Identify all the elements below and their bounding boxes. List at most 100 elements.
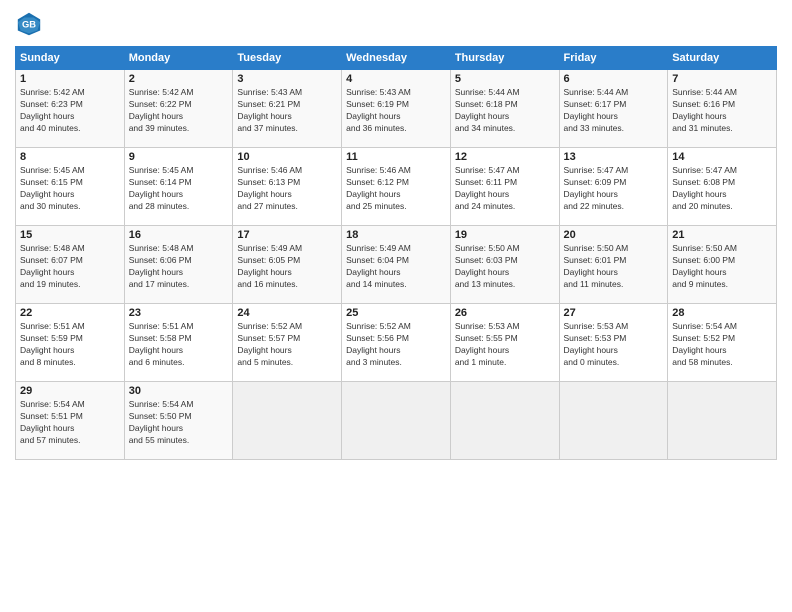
table-row: 7 Sunrise: 5:44 AM Sunset: 6:16 PM Dayli… [668, 70, 777, 148]
day-number: 28 [672, 307, 772, 319]
day-info: Sunrise: 5:50 AM Sunset: 6:00 PM Dayligh… [672, 243, 772, 291]
day-number: 17 [237, 229, 337, 241]
table-row: 27 Sunrise: 5:53 AM Sunset: 5:53 PM Dayl… [559, 304, 668, 382]
table-row: 15 Sunrise: 5:48 AM Sunset: 6:07 PM Dayl… [16, 226, 125, 304]
day-info: Sunrise: 5:53 AM Sunset: 5:53 PM Dayligh… [564, 321, 664, 369]
day-info: Sunrise: 5:53 AM Sunset: 5:55 PM Dayligh… [455, 321, 555, 369]
day-info: Sunrise: 5:52 AM Sunset: 5:57 PM Dayligh… [237, 321, 337, 369]
table-row: 26 Sunrise: 5:53 AM Sunset: 5:55 PM Dayl… [450, 304, 559, 382]
col-header-tuesday: Tuesday [233, 47, 342, 70]
day-info: Sunrise: 5:42 AM Sunset: 6:23 PM Dayligh… [20, 87, 120, 135]
table-row: 20 Sunrise: 5:50 AM Sunset: 6:01 PM Dayl… [559, 226, 668, 304]
day-number: 6 [564, 73, 664, 85]
day-info: Sunrise: 5:47 AM Sunset: 6:08 PM Dayligh… [672, 165, 772, 213]
day-number: 7 [672, 73, 772, 85]
day-info: Sunrise: 5:43 AM Sunset: 6:19 PM Dayligh… [346, 87, 446, 135]
table-row [559, 382, 668, 460]
day-info: Sunrise: 5:45 AM Sunset: 6:15 PM Dayligh… [20, 165, 120, 213]
day-info: Sunrise: 5:46 AM Sunset: 6:13 PM Dayligh… [237, 165, 337, 213]
day-number: 20 [564, 229, 664, 241]
day-number: 4 [346, 73, 446, 85]
col-header-thursday: Thursday [450, 47, 559, 70]
table-row: 30 Sunrise: 5:54 AM Sunset: 5:50 PM Dayl… [124, 382, 233, 460]
table-row: 3 Sunrise: 5:43 AM Sunset: 6:21 PM Dayli… [233, 70, 342, 148]
day-number: 25 [346, 307, 446, 319]
day-number: 18 [346, 229, 446, 241]
table-row: 14 Sunrise: 5:47 AM Sunset: 6:08 PM Dayl… [668, 148, 777, 226]
day-info: Sunrise: 5:44 AM Sunset: 6:16 PM Dayligh… [672, 87, 772, 135]
svg-text:GB: GB [22, 20, 36, 30]
table-row: 21 Sunrise: 5:50 AM Sunset: 6:00 PM Dayl… [668, 226, 777, 304]
logo: GB [15, 10, 47, 38]
day-number: 5 [455, 73, 555, 85]
table-row: 6 Sunrise: 5:44 AM Sunset: 6:17 PM Dayli… [559, 70, 668, 148]
table-row: 2 Sunrise: 5:42 AM Sunset: 6:22 PM Dayli… [124, 70, 233, 148]
table-row: 17 Sunrise: 5:49 AM Sunset: 6:05 PM Dayl… [233, 226, 342, 304]
col-header-sunday: Sunday [16, 47, 125, 70]
day-info: Sunrise: 5:47 AM Sunset: 6:11 PM Dayligh… [455, 165, 555, 213]
table-row: 28 Sunrise: 5:54 AM Sunset: 5:52 PM Dayl… [668, 304, 777, 382]
table-row [233, 382, 342, 460]
day-info: Sunrise: 5:54 AM Sunset: 5:51 PM Dayligh… [20, 399, 120, 447]
day-number: 19 [455, 229, 555, 241]
day-number: 3 [237, 73, 337, 85]
day-number: 24 [237, 307, 337, 319]
col-header-friday: Friday [559, 47, 668, 70]
day-info: Sunrise: 5:48 AM Sunset: 6:06 PM Dayligh… [129, 243, 229, 291]
logo-icon: GB [15, 10, 43, 38]
table-row: 11 Sunrise: 5:46 AM Sunset: 6:12 PM Dayl… [342, 148, 451, 226]
day-info: Sunrise: 5:44 AM Sunset: 6:18 PM Dayligh… [455, 87, 555, 135]
table-row: 18 Sunrise: 5:49 AM Sunset: 6:04 PM Dayl… [342, 226, 451, 304]
page: GB SundayMondayTuesdayWednesdayThursdayF… [0, 0, 792, 612]
table-row: 1 Sunrise: 5:42 AM Sunset: 6:23 PM Dayli… [16, 70, 125, 148]
table-row: 5 Sunrise: 5:44 AM Sunset: 6:18 PM Dayli… [450, 70, 559, 148]
col-header-monday: Monday [124, 47, 233, 70]
day-info: Sunrise: 5:43 AM Sunset: 6:21 PM Dayligh… [237, 87, 337, 135]
table-row: 29 Sunrise: 5:54 AM Sunset: 5:51 PM Dayl… [16, 382, 125, 460]
table-row: 23 Sunrise: 5:51 AM Sunset: 5:58 PM Dayl… [124, 304, 233, 382]
day-number: 23 [129, 307, 229, 319]
day-info: Sunrise: 5:51 AM Sunset: 5:58 PM Dayligh… [129, 321, 229, 369]
day-number: 26 [455, 307, 555, 319]
table-row: 9 Sunrise: 5:45 AM Sunset: 6:14 PM Dayli… [124, 148, 233, 226]
col-header-wednesday: Wednesday [342, 47, 451, 70]
table-row: 13 Sunrise: 5:47 AM Sunset: 6:09 PM Dayl… [559, 148, 668, 226]
day-info: Sunrise: 5:54 AM Sunset: 5:52 PM Dayligh… [672, 321, 772, 369]
day-info: Sunrise: 5:45 AM Sunset: 6:14 PM Dayligh… [129, 165, 229, 213]
table-row: 4 Sunrise: 5:43 AM Sunset: 6:19 PM Dayli… [342, 70, 451, 148]
day-number: 13 [564, 151, 664, 163]
day-number: 16 [129, 229, 229, 241]
table-row: 10 Sunrise: 5:46 AM Sunset: 6:13 PM Dayl… [233, 148, 342, 226]
table-row [450, 382, 559, 460]
day-info: Sunrise: 5:47 AM Sunset: 6:09 PM Dayligh… [564, 165, 664, 213]
calendar-table: SundayMondayTuesdayWednesdayThursdayFrid… [15, 46, 777, 460]
day-info: Sunrise: 5:50 AM Sunset: 6:01 PM Dayligh… [564, 243, 664, 291]
day-number: 10 [237, 151, 337, 163]
day-number: 14 [672, 151, 772, 163]
header: GB [15, 10, 777, 38]
table-row: 24 Sunrise: 5:52 AM Sunset: 5:57 PM Dayl… [233, 304, 342, 382]
table-row: 8 Sunrise: 5:45 AM Sunset: 6:15 PM Dayli… [16, 148, 125, 226]
table-row: 22 Sunrise: 5:51 AM Sunset: 5:59 PM Dayl… [16, 304, 125, 382]
day-info: Sunrise: 5:51 AM Sunset: 5:59 PM Dayligh… [20, 321, 120, 369]
day-info: Sunrise: 5:49 AM Sunset: 6:04 PM Dayligh… [346, 243, 446, 291]
day-number: 1 [20, 73, 120, 85]
day-number: 22 [20, 307, 120, 319]
day-number: 2 [129, 73, 229, 85]
day-number: 30 [129, 385, 229, 397]
day-info: Sunrise: 5:46 AM Sunset: 6:12 PM Dayligh… [346, 165, 446, 213]
day-info: Sunrise: 5:52 AM Sunset: 5:56 PM Dayligh… [346, 321, 446, 369]
day-number: 8 [20, 151, 120, 163]
col-header-saturday: Saturday [668, 47, 777, 70]
table-row: 19 Sunrise: 5:50 AM Sunset: 6:03 PM Dayl… [450, 226, 559, 304]
day-number: 29 [20, 385, 120, 397]
day-number: 12 [455, 151, 555, 163]
day-number: 11 [346, 151, 446, 163]
table-row: 25 Sunrise: 5:52 AM Sunset: 5:56 PM Dayl… [342, 304, 451, 382]
day-info: Sunrise: 5:50 AM Sunset: 6:03 PM Dayligh… [455, 243, 555, 291]
day-info: Sunrise: 5:44 AM Sunset: 6:17 PM Dayligh… [564, 87, 664, 135]
table-row: 16 Sunrise: 5:48 AM Sunset: 6:06 PM Dayl… [124, 226, 233, 304]
day-number: 27 [564, 307, 664, 319]
day-number: 21 [672, 229, 772, 241]
day-info: Sunrise: 5:54 AM Sunset: 5:50 PM Dayligh… [129, 399, 229, 447]
